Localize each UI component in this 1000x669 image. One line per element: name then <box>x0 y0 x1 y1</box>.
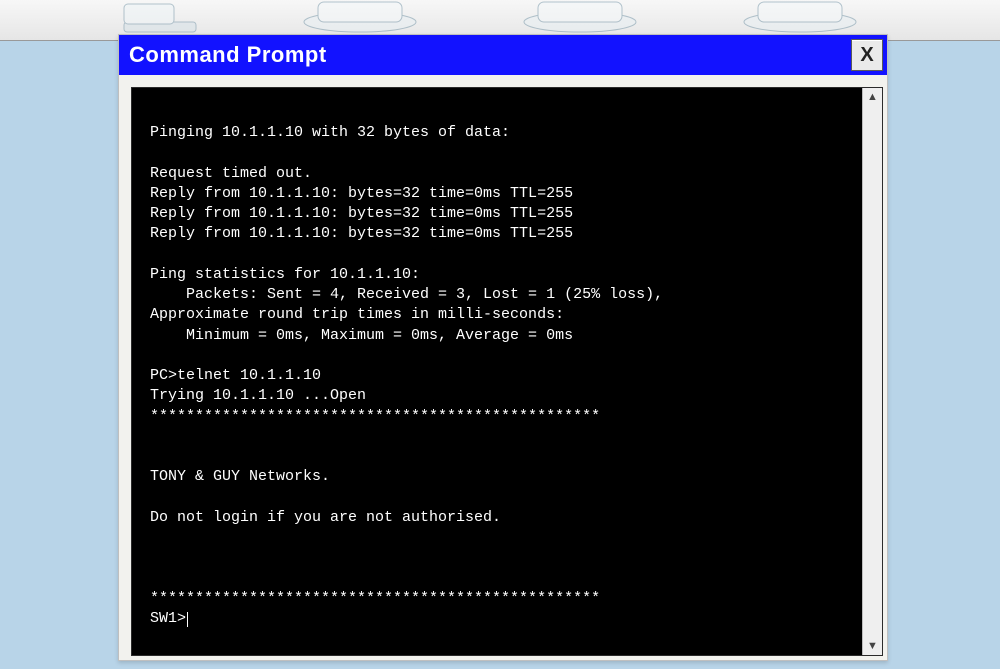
terminal-line: TONY & GUY Networks. <box>150 468 330 485</box>
terminal-line: ****************************************… <box>150 590 600 607</box>
terminal-line: Trying 10.1.1.10 ...Open <box>150 387 366 404</box>
terminal-output[interactable]: Pinging 10.1.1.10 with 32 bytes of data:… <box>132 103 862 640</box>
cursor-icon <box>187 612 188 627</box>
vertical-scrollbar[interactable]: ▲ ▼ <box>862 88 882 655</box>
close-button[interactable]: X <box>851 39 883 71</box>
terminal-line: Do not login if you are not authorised. <box>150 509 501 526</box>
background-device-icon <box>120 0 200 36</box>
terminal-line: Reply from 10.1.1.10: bytes=32 time=0ms … <box>150 205 573 222</box>
background-device-icon <box>520 0 640 36</box>
window-client-area: Pinging 10.1.1.10 with 32 bytes of data:… <box>119 75 887 660</box>
window-title: Command Prompt <box>129 42 851 68</box>
command-prompt-window: Command Prompt X Pinging 10.1.1.10 with … <box>118 34 888 661</box>
terminal-prompt: SW1> <box>150 610 186 627</box>
terminal-line: Request timed out. <box>150 165 312 182</box>
chevron-up-icon: ▲ <box>867 91 878 103</box>
terminal-line: Packets: Sent = 4, Received = 3, Lost = … <box>150 286 663 303</box>
terminal-line: ****************************************… <box>150 408 600 425</box>
close-icon: X <box>860 45 873 65</box>
terminal-line: Reply from 10.1.1.10: bytes=32 time=0ms … <box>150 225 573 242</box>
terminal-container: Pinging 10.1.1.10 with 32 bytes of data:… <box>131 87 883 656</box>
background-device-icon <box>740 0 860 36</box>
chevron-down-icon: ▼ <box>867 640 878 652</box>
terminal-line: PC>telnet 10.1.1.10 <box>150 367 321 384</box>
terminal-line: Ping statistics for 10.1.1.10: <box>150 266 420 283</box>
scroll-down-button[interactable]: ▼ <box>863 637 882 655</box>
terminal-line: Approximate round trip times in milli-se… <box>150 306 564 323</box>
terminal-line: Reply from 10.1.1.10: bytes=32 time=0ms … <box>150 185 573 202</box>
titlebar[interactable]: Command Prompt X <box>119 35 887 75</box>
scroll-up-button[interactable]: ▲ <box>863 88 882 106</box>
terminal-line: Pinging 10.1.1.10 with 32 bytes of data: <box>150 124 510 141</box>
terminal-line: Minimum = 0ms, Maximum = 0ms, Average = … <box>150 327 573 344</box>
background-device-icon <box>300 0 420 36</box>
